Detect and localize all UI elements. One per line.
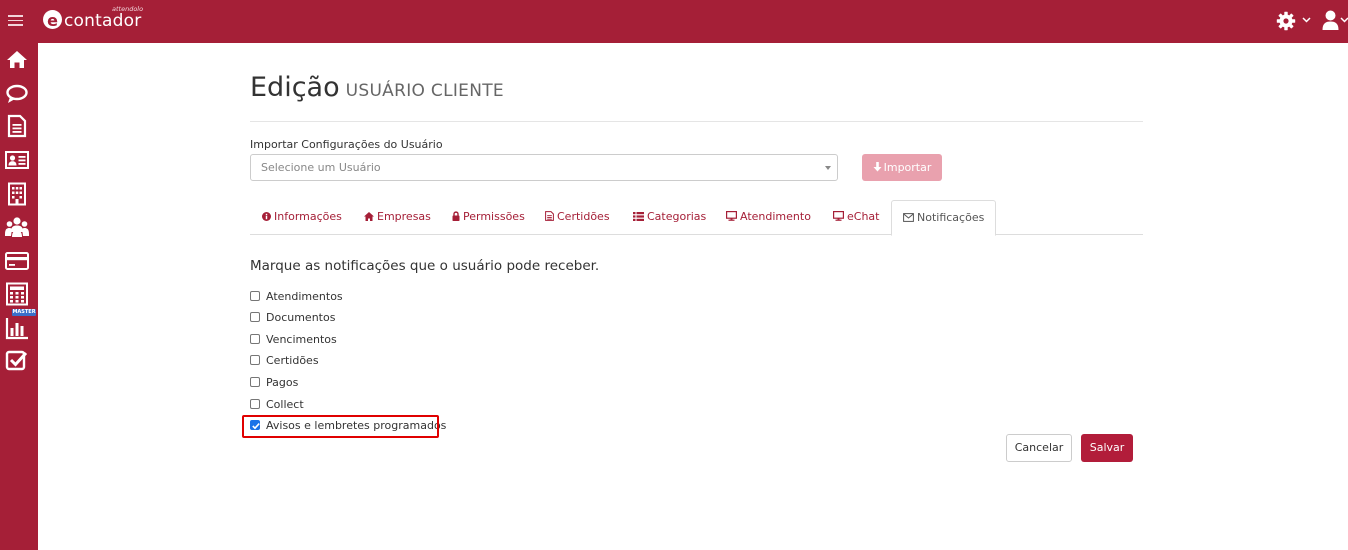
user-select-placeholder: Selecione um Usuário [261,161,381,174]
home-icon[interactable] [5,48,29,72]
notifications-heading: Marque as notificações que o usuário pod… [250,258,600,274]
settings-menu-button[interactable] [1274,10,1314,32]
info-icon [262,211,271,221]
checkbox[interactable] [250,312,260,322]
id-card-icon[interactable] [5,148,29,172]
bar-chart-icon[interactable] [5,316,29,340]
user-icon [1322,10,1339,30]
monitor-icon [726,211,737,221]
checkbox-label: Atendimentos [266,290,343,303]
checkbox-label: Pagos [266,376,299,389]
checkbox[interactable] [250,399,260,409]
sidebar: MASTER [0,43,38,550]
master-badge: MASTER [12,309,36,316]
tab-permissoes[interactable]: Permissões [452,200,525,235]
tab-notificacoes[interactable]: Notificações [891,200,997,236]
document-icon[interactable] [5,114,29,138]
checkbox-label: Collect [266,398,304,411]
checkbox-icon[interactable] [5,349,29,373]
checkbox-label: Vencimentos [266,333,337,346]
tab-bar: Informações Empresas Permissões Certidõe… [250,200,1143,236]
users-icon[interactable] [5,215,29,239]
logo-mark: e [43,10,62,30]
checkbox[interactable] [250,377,260,387]
checkbox[interactable] [250,291,260,301]
chat-icon[interactable] [5,82,29,106]
logo-subtext: attendolo [112,5,144,13]
checkbox[interactable] [250,355,260,365]
import-button-label: Importar [883,161,932,174]
top-bar: e contador attendolo [0,0,1348,43]
gear-icon [1276,11,1296,31]
tab-certidoes[interactable]: Certidões [545,200,610,235]
title-divider [250,121,1143,122]
cancel-button[interactable]: Cancelar [1006,434,1072,462]
tab-label: Certidões [557,210,610,223]
list-icon [633,211,644,221]
tab-atendimento[interactable]: Atendimento [726,200,811,235]
building-icon[interactable] [5,182,29,206]
tab-echat[interactable]: eChat [833,200,879,235]
tab-label: Categorias [647,210,707,223]
hamburger-icon[interactable] [8,12,23,31]
monitor-icon [833,211,844,221]
tab-label: Permissões [463,210,525,223]
calculator-icon[interactable] [5,282,29,306]
page-title: Edição USUÁRIO CLIENTE [250,72,504,103]
checkbox-label: Documentos [266,311,336,324]
credit-card-icon[interactable] [5,249,29,273]
tab-label: Empresas [377,210,431,223]
envelope-icon [903,212,914,222]
document-icon [545,211,554,221]
tab-empresas[interactable]: Empresas [364,200,431,235]
arrow-down-icon [873,162,882,172]
tab-label: eChat [847,210,880,223]
home-icon [364,211,374,221]
tab-categorias[interactable]: Categorias [633,200,706,235]
tab-label: Atendimento [740,210,811,223]
import-label: Importar Configurações do Usuário [250,138,443,151]
tab-label: Informações [274,210,342,223]
checkbox-label: Certidões [266,354,319,367]
caret-down-icon [825,166,831,170]
page-title-sub: USUÁRIO CLIENTE [345,81,504,101]
save-button[interactable]: Salvar [1081,434,1133,462]
user-menu-button[interactable] [1320,10,1348,32]
tab-informacoes[interactable]: Informações [262,200,342,235]
chevron-down-icon [1302,17,1311,23]
lock-icon [452,211,460,221]
import-button[interactable]: Importar [862,154,942,181]
chevron-down-icon [1340,17,1348,23]
tab-label: Notificações [917,211,985,224]
checkbox[interactable] [250,334,260,344]
page-title-main: Edição [250,72,340,103]
logo-text: contador [64,11,142,31]
highlight-annotation [242,415,439,438]
user-select-dropdown[interactable]: Selecione um Usuário [250,154,838,181]
